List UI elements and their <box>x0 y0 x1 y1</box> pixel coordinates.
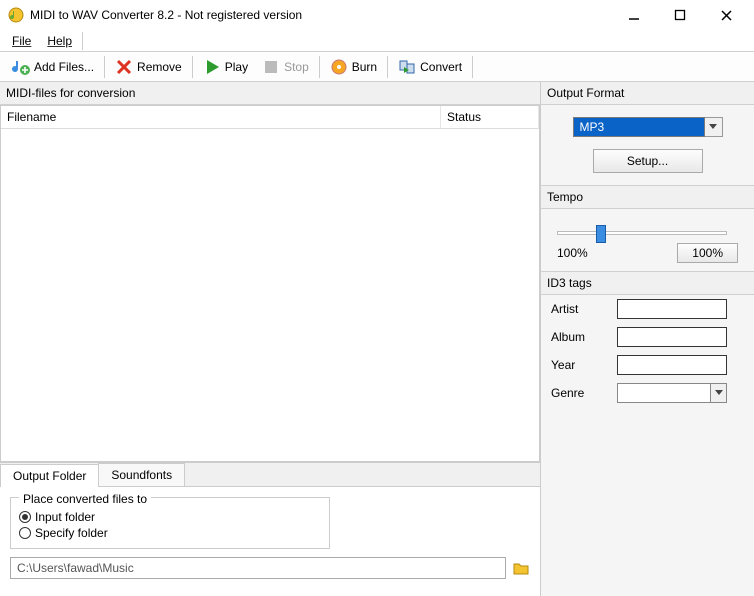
place-files-legend: Place converted files to <box>19 492 151 506</box>
menu-file[interactable]: File <box>4 32 39 50</box>
remove-icon <box>115 58 133 76</box>
files-grid-body[interactable] <box>1 129 539 461</box>
genre-label: Genre <box>551 386 607 400</box>
toolbar-separator <box>319 56 320 78</box>
toolbar-separator <box>104 56 105 78</box>
window-title: MIDI to WAV Converter 8.2 - Not register… <box>30 8 620 22</box>
convert-icon <box>398 58 416 76</box>
radio-input-label: Input folder <box>35 510 95 524</box>
tab-output-folder[interactable]: Output Folder <box>0 464 99 487</box>
play-label: Play <box>225 60 248 74</box>
col-filename[interactable]: Filename <box>1 106 441 128</box>
place-files-fieldset: Place converted files to Input folder Sp… <box>10 497 330 549</box>
stop-icon <box>262 58 280 76</box>
folder-icon <box>512 559 530 577</box>
toolbar-separator <box>387 56 388 78</box>
tab-soundfonts[interactable]: Soundfonts <box>98 463 185 486</box>
menubar: File Help <box>0 30 754 52</box>
files-section-header: MIDI-files for conversion <box>0 82 540 105</box>
burn-button[interactable]: Burn <box>324 56 383 78</box>
radio-input-folder[interactable]: Input folder <box>19 510 321 524</box>
slider-thumb[interactable] <box>596 225 606 243</box>
burn-icon <box>330 58 348 76</box>
stop-label: Stop <box>284 60 309 74</box>
chevron-down-icon[interactable] <box>705 117 723 137</box>
menu-separator <box>82 32 83 50</box>
browse-folder-button[interactable] <box>512 559 530 577</box>
format-value: MP3 <box>573 117 705 137</box>
album-label: Album <box>551 330 607 344</box>
add-files-button[interactable]: Add Files... <box>6 56 100 78</box>
genre-combobox[interactable] <box>617 383 727 403</box>
artist-input[interactable] <box>617 299 727 319</box>
maximize-button[interactable] <box>666 5 694 25</box>
output-folder-panel: Place converted files to Input folder Sp… <box>0 486 540 596</box>
id3-header: ID3 tags <box>541 271 754 295</box>
tempo-slider[interactable] <box>557 231 727 235</box>
toolbar-separator <box>472 56 473 78</box>
radio-specify-label: Specify folder <box>35 526 108 540</box>
app-icon <box>8 7 24 23</box>
year-label: Year <box>551 358 607 372</box>
album-input[interactable] <box>617 327 727 347</box>
play-button[interactable]: Play <box>197 56 254 78</box>
genre-value <box>617 383 711 403</box>
artist-label: Artist <box>551 302 607 316</box>
radio-icon <box>19 527 31 539</box>
chevron-down-icon[interactable] <box>711 383 727 403</box>
convert-button[interactable]: Convert <box>392 56 468 78</box>
setup-button[interactable]: Setup... <box>593 149 703 173</box>
tempo-min-label: 100% <box>557 246 588 260</box>
output-path-input[interactable] <box>10 557 506 579</box>
titlebar: MIDI to WAV Converter 8.2 - Not register… <box>0 0 754 30</box>
remove-button[interactable]: Remove <box>109 56 188 78</box>
menu-help[interactable]: Help <box>39 32 80 50</box>
close-button[interactable] <box>712 5 740 25</box>
convert-label: Convert <box>420 60 462 74</box>
bottom-tabs: Output Folder Soundfonts <box>0 463 540 486</box>
play-icon <box>203 58 221 76</box>
toolbar-separator <box>192 56 193 78</box>
tempo-reset-button[interactable]: 100% <box>677 243 738 263</box>
col-status[interactable]: Status <box>441 106 539 128</box>
files-grid[interactable]: Filename Status <box>0 105 540 462</box>
minimize-button[interactable] <box>620 5 648 25</box>
format-combobox[interactable]: MP3 <box>573 117 723 137</box>
window-controls <box>620 5 740 25</box>
year-input[interactable] <box>617 355 727 375</box>
toolbar: Add Files... Remove Play Stop Burn Conve… <box>0 52 754 82</box>
burn-label: Burn <box>352 60 377 74</box>
radio-specify-folder[interactable]: Specify folder <box>19 526 321 540</box>
tempo-header: Tempo <box>541 185 754 209</box>
stop-button[interactable]: Stop <box>256 56 315 78</box>
radio-icon <box>19 511 31 523</box>
add-icon <box>12 58 30 76</box>
remove-label: Remove <box>137 60 182 74</box>
output-format-header: Output Format <box>541 82 754 105</box>
add-files-label: Add Files... <box>34 60 94 74</box>
